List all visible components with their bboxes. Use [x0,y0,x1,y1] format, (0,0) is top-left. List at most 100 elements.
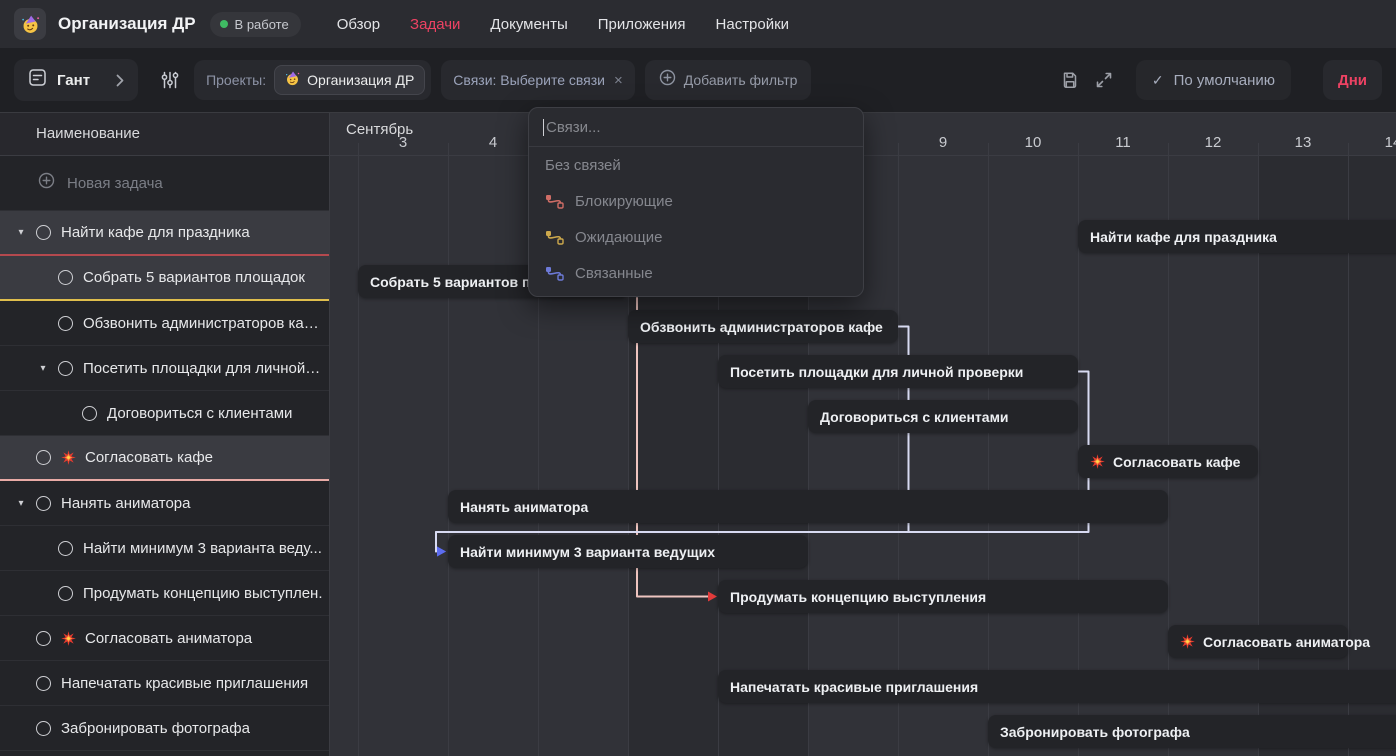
caret-down-icon[interactable]: ▾ [14,227,28,238]
task-status-circle-icon[interactable] [58,361,73,376]
gantt-bar-produmat[interactable]: Продумать концепцию выступления [718,580,1168,613]
task-row-sobrat[interactable]: Собрать 5 вариантов площадок [0,256,329,301]
new-task-label: Новая задача [67,175,163,192]
task-status-circle-icon[interactable] [36,676,51,691]
task-row-posetit[interactable]: ▾Посетить площадки для личной п.. [0,346,329,391]
gantt-bar-find_cafe[interactable]: Найти кафе для праздника [1078,220,1396,253]
project-chip-label: Организация ДР [307,72,414,88]
gantt-bar-label: Найти кафе для праздника [1090,229,1277,245]
task-status-circle-icon[interactable] [58,316,73,331]
new-task-button[interactable]: Новая задача [0,156,329,211]
nav-item-Настройки[interactable]: Настройки [716,16,790,33]
timeline-day-12: 12 [1168,134,1258,151]
caret-down-icon[interactable]: ▾ [36,363,50,374]
check-icon: ✓ [1152,72,1164,89]
gantt-bar-label: Напечатать красивые приглашения [730,679,978,695]
task-status-circle-icon[interactable] [36,631,51,646]
link-line-related [436,372,1089,552]
links-dropdown-option-Без связей[interactable]: Без связей [529,147,863,183]
gantt-bar-posetit[interactable]: Посетить площадки для личной проверки [718,355,1078,388]
links-search-input[interactable]: Связи... [529,108,863,147]
task-row-napechatat[interactable]: Напечатать красивые приглашения [0,661,329,706]
gantt-bar-dogovoritsya[interactable]: Договориться с клиентами [808,400,1078,433]
filter-sliders-icon[interactable] [160,70,180,90]
milestone-star-icon [1180,634,1195,649]
caret-down-icon[interactable]: ▾ [14,498,28,509]
gantt-bar-label: Посетить площадки для личной проверки [730,364,1023,380]
gantt-bar-soglasovat_anim[interactable]: Согласовать аниматора [1168,625,1348,658]
preset-label: По умолчанию [1174,72,1275,89]
gantt-bar-napechatat[interactable]: Напечатать красивые приглашения [718,670,1396,703]
link-arrow-icon [437,547,446,557]
task-status-circle-icon[interactable] [58,541,73,556]
timeline-day-11: 11 [1078,134,1168,151]
task-status-circle-icon[interactable] [36,450,51,465]
nav-item-Обзор[interactable]: Обзор [337,16,380,33]
status-badge[interactable]: В работе [210,12,301,37]
gantt-bar-label: Согласовать аниматора [1203,634,1370,650]
scale-days-button[interactable]: Дни [1323,60,1382,100]
milestone-star-icon [61,450,76,465]
task-status-circle-icon[interactable] [82,406,97,421]
timeline-day-3: 3 [358,134,448,151]
circled-plus-icon [659,69,676,91]
task-row-produmat[interactable]: Продумать концепцию выступлен. [0,571,329,616]
links-dropdown-option-Ожидающие[interactable]: Ожидающие [529,219,863,255]
gantt-bar-zabronirovat[interactable]: Забронировать фотографа [988,715,1396,748]
task-row-nanyat[interactable]: ▾Нанять аниматора [0,481,329,526]
status-dot-icon [220,20,228,28]
gantt-app: Организация ДР В работе Обзор Задачи Докум… [0,0,1396,756]
task-status-circle-icon[interactable] [36,496,51,511]
links-filter-label: Связи: Выберите связи [453,72,605,88]
gantt-bar-obzvonit[interactable]: Обзвонить администраторов кафе [628,310,898,343]
gantt-bar-soglasovat_cafe[interactable]: Согласовать кафе [1078,445,1258,478]
task-label: Собрать 5 вариантов площадок [83,269,311,286]
chevron-right-icon [116,74,124,87]
close-icon[interactable]: × [614,72,623,89]
add-filter-button[interactable]: Добавить фильтр [645,60,812,100]
text-cursor [543,119,544,136]
nav-item-Приложения[interactable]: Приложения [598,16,686,33]
project-chip[interactable]: Организация ДР [274,65,425,95]
task-label: Найти минимум 3 варианта веду... [83,540,328,557]
task-row-zabronirovat[interactable]: Забронировать фотографа [0,706,329,751]
gantt-bar-label: Продумать концепцию выступления [730,589,986,605]
nav-item-Документы[interactable]: Документы [490,16,567,33]
nav-item-Задачи[interactable]: Задачи [410,16,460,33]
task-row-dogovoritsya[interactable]: Договориться с клиентами [0,391,329,436]
gantt-bar-nanyat[interactable]: Нанять аниматора [448,490,1168,523]
links-dropdown-option-label: Блокирующие [575,193,673,210]
link-arrow-icon [708,592,717,602]
task-row-soglasovat_anim[interactable]: Согласовать аниматора [0,616,329,661]
gantt-bar-label: Обзвонить администраторов кафе [640,319,883,335]
gantt-view-icon [28,68,47,92]
gantt-bar-naiti_min[interactable]: Найти минимум 3 варианта ведущих [448,535,808,568]
task-status-circle-icon[interactable] [58,270,73,285]
task-row-soglasovat_cafe[interactable]: Согласовать кафе [0,436,329,481]
view-switcher-button[interactable]: Гант [14,59,138,101]
links-dropdown-option-Связанные[interactable]: Связанные [529,255,863,291]
gantt-bar-label: Найти минимум 3 варианта ведущих [460,544,715,560]
projects-filter-chip[interactable]: Проекты: Организация ДР [194,60,431,100]
task-status-circle-icon[interactable] [58,586,73,601]
main-nav: Обзор Задачи Документы Приложения Настройки [337,16,789,33]
task-row-obzvonit[interactable]: Обзвонить администраторов кафе [0,301,329,346]
links-filter-chip[interactable]: Связи: Выберите связи × [441,60,634,100]
task-label: Забронировать фотографа [61,720,256,737]
links-search-placeholder: Связи... [546,119,601,136]
gantt-bar-label: Забронировать фотографа [1000,724,1190,740]
save-icon[interactable] [1060,70,1080,90]
timeline-day-13: 13 [1258,134,1348,151]
task-row-naiti_min[interactable]: Найти минимум 3 варианта веду... [0,526,329,571]
preset-selector-button[interactable]: ✓ По умолчанию [1136,60,1291,100]
task-status-circle-icon[interactable] [36,225,51,240]
links-dropdown-option-Блокирующие[interactable]: Блокирующие [529,183,863,219]
gantt-bar-label: Нанять аниматора [460,499,588,515]
task-label: Согласовать аниматора [85,630,258,647]
task-status-circle-icon[interactable] [36,721,51,736]
fullscreen-icon[interactable] [1094,70,1114,90]
topbar: Организация ДР В работе ОбзорЗадачиДокум… [0,0,1396,48]
task-row-find_cafe[interactable]: ▾Найти кафе для праздника [0,211,329,256]
task-label: Обзвонить администраторов кафе [83,315,329,332]
links-dropdown-option-label: Ожидающие [575,229,663,246]
